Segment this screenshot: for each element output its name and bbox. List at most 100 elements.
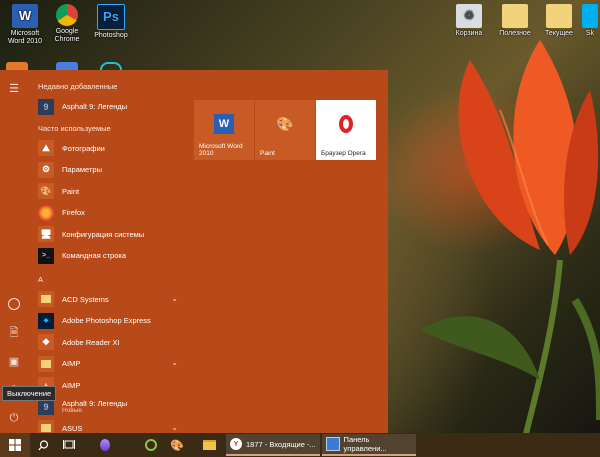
app-item-cmd[interactable]: >_ Командная строка: [30, 245, 190, 267]
desktop-icon-label: Photoshop: [94, 32, 128, 39]
yandex-browser-icon: Y: [230, 438, 242, 450]
app-item-photos[interactable]: ⛰ Фотографии: [30, 138, 190, 160]
desktop-icon-label: Sk: [585, 30, 595, 37]
chevron-down-icon[interactable]: ⌄: [171, 294, 178, 303]
opera-icon: [336, 114, 356, 134]
app-item-adobe-reader[interactable]: ❖ Adobe Reader XI: [30, 332, 190, 354]
app-list: Недавно добавленные 9 Asphalt 9: Легенды…: [30, 78, 190, 439]
chevron-down-icon[interactable]: ⌄: [171, 358, 178, 367]
asphalt-icon: 9: [38, 398, 54, 415]
paint-icon[interactable]: 🎨: [166, 433, 188, 457]
start-menu: ☰ 🗎 ▣ ⚙ ⏻ Недавно добавленные 9 Asphalt …: [0, 70, 388, 437]
desktop-icon-label: Google Chrome: [54, 28, 80, 43]
app-item-aimp-folder[interactable]: AIMP ⌄: [30, 353, 190, 375]
app-label: Командная строка: [62, 251, 126, 261]
chevron-down-icon[interactable]: ⌄: [171, 423, 178, 432]
firefox-icon: [38, 204, 54, 221]
power-icon[interactable]: ⏻: [4, 408, 24, 428]
power-tooltip: Выключение: [2, 386, 57, 401]
user-avatar-icon[interactable]: [4, 294, 24, 314]
search-icon[interactable]: [32, 433, 54, 457]
desktop-icon-label: Текущее: [545, 30, 573, 37]
desktop-icon-partial[interactable]: [100, 62, 122, 70]
alice-assistant-icon[interactable]: [94, 433, 116, 457]
section-recently-added: Недавно добавленные: [38, 82, 118, 91]
tile-paint[interactable]: 🎨 Paint: [255, 100, 315, 160]
word-icon: W: [214, 114, 234, 134]
documents-icon[interactable]: 🗎: [4, 323, 24, 343]
word-icon: W: [12, 4, 38, 28]
app-item-acd-systems[interactable]: ACD Systems ⌄: [30, 289, 190, 311]
settings-icon: ⚙: [38, 161, 54, 178]
paint-icon: 🎨: [276, 115, 294, 132]
skype-icon: [582, 4, 598, 28]
desktop-icon-label: Microsoft Word 2010: [7, 30, 43, 45]
app-label: ASUS: [62, 423, 83, 433]
tile-opera[interactable]: Браузер Opera: [316, 100, 376, 160]
app-label: Параметры: [62, 165, 102, 175]
chrome-icon: [56, 4, 78, 26]
tile-word[interactable]: W Microsoft Word 2010: [194, 100, 254, 160]
asphalt-icon: 9: [38, 98, 54, 115]
section-letter-a[interactable]: A: [30, 271, 190, 289]
desktop-icon-chrome[interactable]: Google Chrome: [44, 0, 90, 44]
section-frequently-used: Часто используемые: [38, 123, 111, 133]
desktop-icon-label: Корзина: [455, 30, 483, 37]
hamburger-menu-icon[interactable]: ☰: [4, 78, 24, 98]
tile-label: Paint: [260, 150, 275, 157]
app-label: ACD Systems: [62, 294, 109, 304]
app-item-photoshop-express[interactable]: ◆ Adobe Photoshop Express: [30, 310, 190, 332]
app-item-firefox[interactable]: Firefox: [30, 202, 190, 224]
pinned-app-icon[interactable]: [140, 433, 162, 457]
desktop-icon-photoshop[interactable]: Ps Photoshop: [88, 0, 134, 40]
tile-label: Браузер Opera: [321, 150, 366, 157]
app-item-settings[interactable]: ⚙ Параметры: [30, 159, 190, 181]
app-label: Asphalt 9: Легенды: [62, 102, 128, 112]
app-item-asphalt-recent[interactable]: 9 Asphalt 9: Легенды: [30, 96, 190, 118]
desktop-icon-recycle-bin[interactable]: ♻ Корзина: [446, 0, 492, 38]
new-badge: Новые: [62, 407, 83, 415]
photoshop-icon: Ps: [97, 4, 125, 30]
photoshop-express-icon: ◆: [38, 312, 54, 329]
desktop-icon-label: Полезное: [499, 30, 531, 37]
folder-icon: [38, 355, 54, 372]
taskbar: 🎨 Y 1877 - Входящие -... Панель управлен…: [0, 433, 600, 457]
app-item-system-config[interactable]: 🖥 Конфигурация системы: [30, 224, 190, 246]
start-button[interactable]: [0, 433, 30, 457]
pictures-icon[interactable]: ▣: [4, 351, 24, 371]
desktop-icon-partial[interactable]: [56, 62, 78, 70]
desktop-icon-partial[interactable]: [6, 62, 28, 70]
recycle-bin-icon: ♻: [456, 4, 482, 28]
app-label: AIMP: [62, 380, 81, 390]
photos-icon: ⛰: [38, 140, 54, 157]
paint-icon: 🎨: [38, 183, 54, 200]
folder-icon: [38, 291, 54, 308]
folder-icon: [546, 4, 572, 28]
desktop-icon-skype[interactable]: Sk: [580, 0, 600, 38]
task-view-icon[interactable]: [58, 433, 80, 457]
app-label: Фотографии: [62, 143, 105, 153]
folder-icon: [502, 4, 528, 28]
system-config-icon: 🖥: [38, 226, 54, 243]
task-label: Панель управлени...: [343, 435, 387, 453]
cmd-icon: >_: [38, 247, 54, 264]
taskbar-task-yandex[interactable]: Y 1877 - Входящие -...: [226, 434, 320, 456]
app-label: Firefox: [62, 208, 85, 218]
app-label: Конфигурация системы: [62, 229, 145, 239]
tile-label: Microsoft Word 2010: [199, 143, 243, 157]
adobe-reader-icon: ❖: [38, 334, 54, 351]
app-item-paint[interactable]: 🎨 Paint: [30, 181, 190, 203]
app-label: Adobe Reader XI: [62, 337, 120, 347]
taskbar-task-control-panel[interactable]: Панель управлени...: [322, 434, 416, 456]
app-label: AIMP: [62, 359, 81, 369]
desktop-icon-folder-current[interactable]: Текущее: [536, 0, 582, 38]
app-label: Paint: [62, 186, 80, 196]
control-panel-icon: [326, 437, 340, 451]
desktop-icon-word[interactable]: W Microsoft Word 2010: [2, 0, 48, 46]
desktop-icon-folder-useful[interactable]: Полезное: [492, 0, 538, 38]
task-label: 1877 - Входящие -...: [246, 439, 316, 449]
windows-logo-icon: [9, 439, 21, 451]
file-explorer-icon[interactable]: [198, 433, 220, 457]
start-left-rail: ☰ 🗎 ▣ ⚙ ⏻: [0, 70, 28, 433]
app-label: Adobe Photoshop Express: [62, 316, 151, 326]
